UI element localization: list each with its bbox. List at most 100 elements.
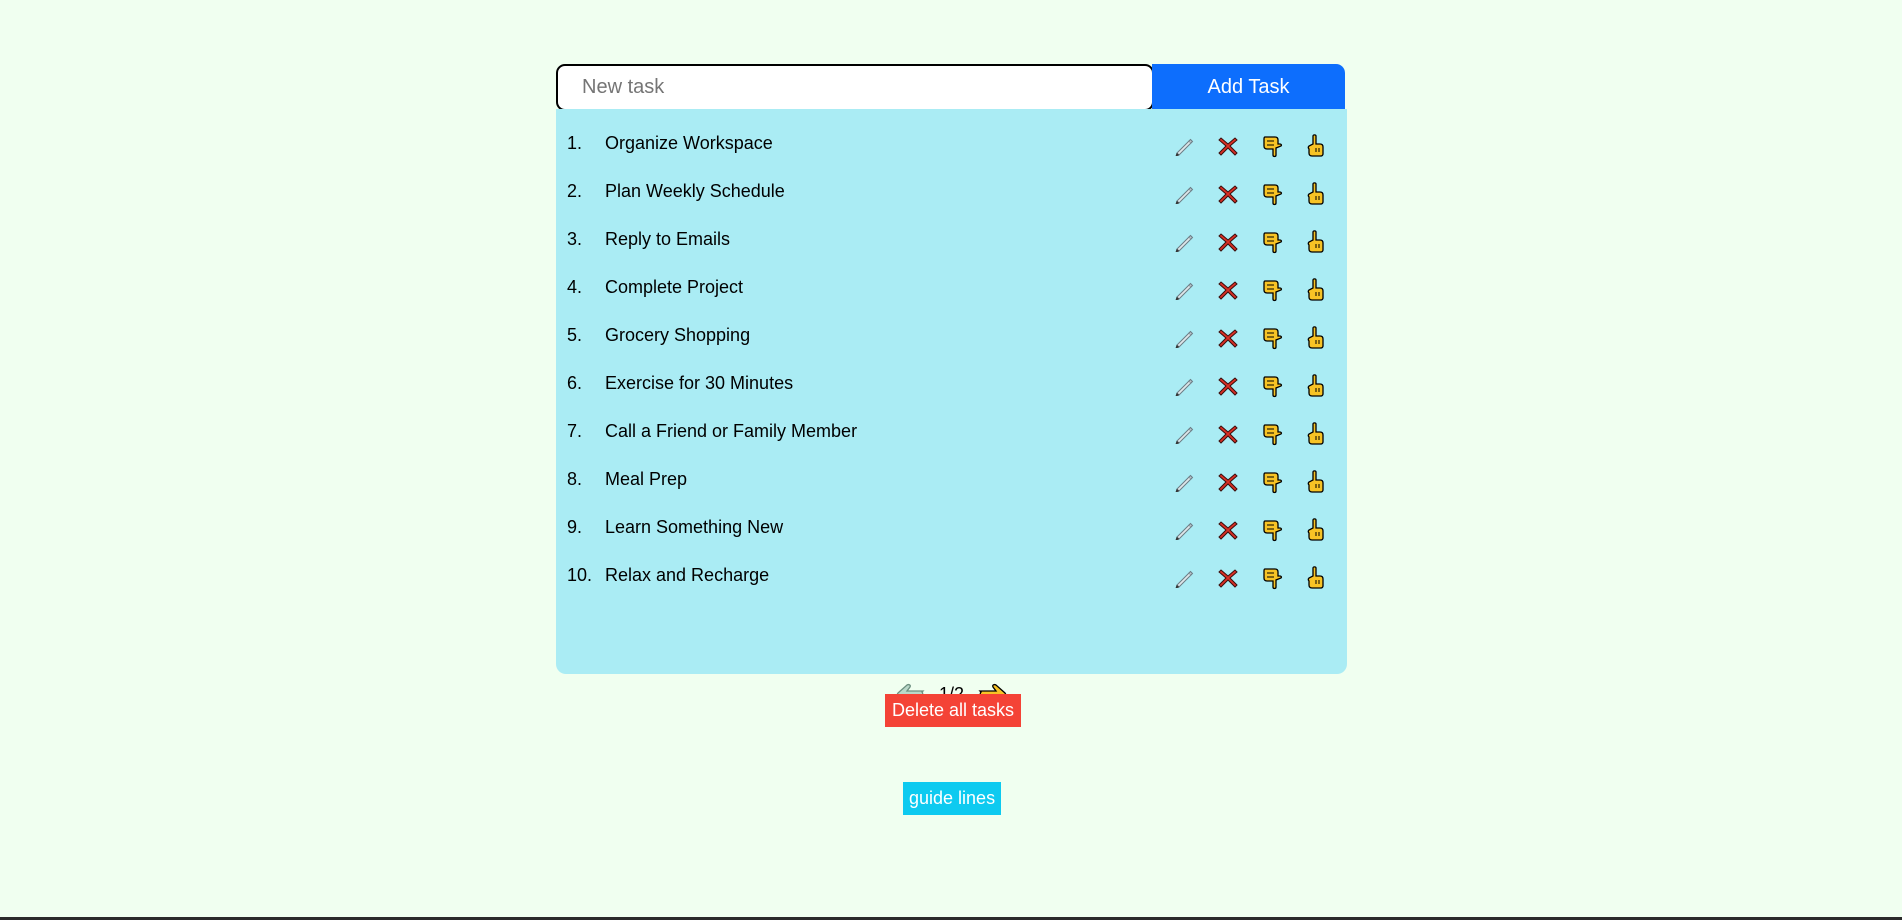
pencil-icon [1175, 426, 1194, 444]
move-task-down-button[interactable] [1250, 180, 1294, 208]
delete-task-button[interactable] [1206, 372, 1250, 400]
delete-all-tasks-button[interactable]: Delete all tasks [885, 694, 1022, 727]
pencil-icon [1175, 186, 1194, 204]
task-text: Grocery Shopping [605, 325, 751, 345]
move-down-hand-icon [1263, 232, 1283, 254]
task-number: 6. [567, 373, 583, 393]
task-text: Reply to Emails [605, 229, 731, 249]
move-task-up-button[interactable] [1294, 228, 1338, 256]
move-task-up-button[interactable] [1294, 324, 1338, 352]
delete-x-icon [1218, 185, 1238, 204]
move-task-up-button[interactable] [1294, 132, 1338, 160]
move-down-hand-icon [1263, 520, 1283, 542]
move-task-up-button[interactable] [1294, 276, 1338, 304]
task-text: Plan Weekly Schedule [605, 181, 785, 201]
delete-task-button[interactable] [1206, 228, 1250, 256]
task-row: 5. Grocery Shopping [556, 315, 1347, 363]
move-task-up-button[interactable] [1294, 372, 1338, 400]
task-text: Organize Workspace [605, 133, 773, 153]
task-number: 9. [567, 517, 583, 537]
edit-task-button[interactable] [1162, 516, 1206, 544]
edit-task-button[interactable] [1162, 180, 1206, 208]
move-task-down-button[interactable] [1250, 468, 1294, 496]
move-task-up-button[interactable] [1294, 564, 1338, 592]
move-task-down-button[interactable] [1250, 132, 1294, 160]
move-task-down-button[interactable] [1250, 372, 1294, 400]
move-down-hand-icon [1263, 280, 1283, 302]
task-text: Call a Friend or Family Member [605, 421, 858, 441]
edit-task-button[interactable] [1162, 420, 1206, 448]
task-number: 7. [567, 421, 583, 441]
task-panel: 1. Organize Workspace 2. Plan Weekly Sch… [556, 109, 1347, 704]
edit-task-button[interactable] [1162, 276, 1206, 304]
move-down-hand-icon [1263, 376, 1283, 398]
edit-task-button[interactable] [1162, 228, 1206, 256]
move-task-up-button[interactable] [1294, 468, 1338, 496]
move-task-up-button[interactable] [1294, 516, 1338, 544]
add-task-button[interactable]: Add Task [1152, 64, 1345, 111]
delete-x-icon [1218, 473, 1238, 492]
pencil-icon [1175, 474, 1194, 492]
task-actions [1162, 132, 1338, 160]
edit-task-button[interactable] [1162, 324, 1206, 352]
move-down-hand-icon [1263, 184, 1283, 206]
task-number: 4. [567, 277, 583, 297]
task-number: 5. [567, 325, 583, 345]
task-text: Relax and Recharge [605, 565, 770, 585]
task-actions [1162, 468, 1338, 496]
task-actions [1162, 228, 1338, 256]
move-task-down-button[interactable] [1250, 420, 1294, 448]
task-actions [1162, 276, 1338, 304]
move-task-up-button[interactable] [1294, 420, 1338, 448]
task-text: Learn Something New [605, 517, 784, 537]
delete-task-button[interactable] [1206, 516, 1250, 544]
pencil-icon [1175, 330, 1194, 348]
move-up-hand-icon [1307, 134, 1324, 157]
delete-task-button[interactable] [1206, 180, 1250, 208]
task-actions [1162, 420, 1338, 448]
task-row: 1. Organize Workspace [556, 123, 1347, 171]
move-task-down-button[interactable] [1250, 564, 1294, 592]
move-task-down-button[interactable] [1250, 276, 1294, 304]
delete-task-button[interactable] [1206, 132, 1250, 160]
task-row: 4. Complete Project [556, 267, 1347, 315]
delete-x-icon [1218, 281, 1238, 300]
pencil-icon [1175, 138, 1194, 156]
move-task-down-button[interactable] [1250, 324, 1294, 352]
edit-task-button[interactable] [1162, 564, 1206, 592]
task-actions [1162, 516, 1338, 544]
move-down-hand-icon [1263, 136, 1283, 158]
todo-app: Add Task 1. Organize Workspace [556, 64, 1347, 704]
task-row: 3. Reply to Emails [556, 219, 1347, 267]
move-task-down-button[interactable] [1250, 516, 1294, 544]
edit-task-button[interactable] [1162, 372, 1206, 400]
task-row: 8. Meal Prep [556, 459, 1347, 507]
delete-x-icon [1218, 233, 1238, 252]
task-row: 6. Exercise for 30 Minutes [556, 363, 1347, 411]
edit-task-button[interactable] [1162, 132, 1206, 160]
guide-lines-button[interactable]: guide lines [903, 782, 1002, 815]
move-task-up-button[interactable] [1294, 180, 1338, 208]
pencil-icon [1175, 234, 1194, 252]
delete-x-icon [1218, 329, 1238, 348]
move-up-hand-icon [1307, 566, 1324, 589]
delete-task-button[interactable] [1206, 468, 1250, 496]
move-up-hand-icon [1307, 182, 1324, 205]
delete-x-icon [1218, 377, 1238, 396]
task-actions [1162, 372, 1338, 400]
move-up-hand-icon [1307, 518, 1324, 541]
move-up-hand-icon [1307, 470, 1324, 493]
task-text: Exercise for 30 Minutes [605, 373, 794, 393]
delete-x-icon [1218, 137, 1238, 156]
new-task-input[interactable] [556, 64, 1154, 111]
task-row: 2. Plan Weekly Schedule [556, 171, 1347, 219]
task-actions [1162, 324, 1338, 352]
edit-task-button[interactable] [1162, 468, 1206, 496]
delete-task-button[interactable] [1206, 420, 1250, 448]
task-text: Meal Prep [605, 469, 688, 489]
move-task-down-button[interactable] [1250, 228, 1294, 256]
pencil-icon [1175, 522, 1194, 540]
delete-task-button[interactable] [1206, 324, 1250, 352]
delete-task-button[interactable] [1206, 276, 1250, 304]
delete-task-button[interactable] [1206, 564, 1250, 592]
